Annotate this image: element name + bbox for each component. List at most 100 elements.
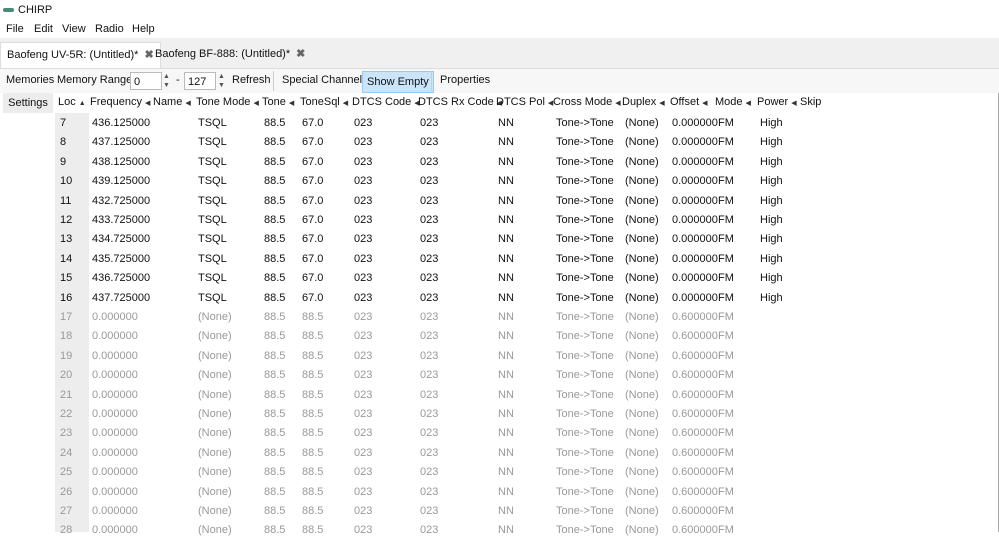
- cell[interactable]: 67.0: [302, 233, 323, 245]
- table-row[interactable]: 10 439.125000 TSQL 88.5 67.0 023 023 NN Tone->To…: [0, 172, 999, 191]
- cell[interactable]: 0.600000: [672, 524, 718, 536]
- cell[interactable]: (None): [625, 253, 659, 265]
- cell[interactable]: 023: [354, 253, 372, 265]
- cell[interactable]: 023: [420, 195, 438, 207]
- cell[interactable]: High: [760, 175, 783, 187]
- cell[interactable]: 88.5: [264, 350, 285, 362]
- menu-help[interactable]: Help: [132, 23, 155, 35]
- cell[interactable]: (None): [198, 330, 232, 342]
- cell[interactable]: 0.600000: [672, 330, 718, 342]
- cell[interactable]: FM: [718, 233, 734, 245]
- table-row[interactable]: 22 0.000000 (None) 88.5 88.5 023 023 NN Tone->To…: [0, 405, 999, 424]
- cell[interactable]: 023: [420, 466, 438, 478]
- cell[interactable]: Tone->Tone: [556, 311, 614, 323]
- cell[interactable]: NN: [498, 447, 514, 459]
- cell[interactable]: 67.0: [302, 175, 323, 187]
- cell[interactable]: FM: [718, 311, 734, 323]
- table-row[interactable]: 21 0.000000 (None) 88.5 88.5 023 023 NN Tone->To…: [0, 386, 999, 405]
- cell[interactable]: 023: [420, 311, 438, 323]
- cell[interactable]: (None): [625, 466, 659, 478]
- cell[interactable]: (None): [625, 447, 659, 459]
- cell[interactable]: 023: [354, 466, 372, 478]
- cell[interactable]: NN: [498, 156, 514, 168]
- cell[interactable]: (None): [198, 524, 232, 536]
- table-row[interactable]: 23 0.000000 (None) 88.5 88.5 023 023 NN Tone->To…: [0, 424, 999, 443]
- cell[interactable]: 19: [60, 350, 72, 362]
- cell[interactable]: FM: [718, 447, 734, 459]
- cell[interactable]: 0.600000: [672, 427, 718, 439]
- cell[interactable]: Tone->Tone: [556, 214, 614, 226]
- cell[interactable]: TSQL: [198, 136, 227, 148]
- cell[interactable]: 023: [420, 330, 438, 342]
- cell[interactable]: 88.5: [264, 292, 285, 304]
- cell[interactable]: 0.600000: [672, 408, 718, 420]
- cell[interactable]: NN: [498, 136, 514, 148]
- cell[interactable]: TSQL: [198, 214, 227, 226]
- cell[interactable]: Tone->Tone: [556, 195, 614, 207]
- cell[interactable]: 67.0: [302, 292, 323, 304]
- cell[interactable]: FM: [718, 369, 734, 381]
- cell[interactable]: FM: [718, 389, 734, 401]
- cell[interactable]: 88.5: [264, 408, 285, 420]
- tab-uv5r[interactable]: Baofeng UV-5R: (Untitled)* ✖: [0, 42, 161, 68]
- cell[interactable]: 0.000000: [92, 486, 138, 498]
- cell[interactable]: (None): [625, 505, 659, 517]
- cell[interactable]: Tone->Tone: [556, 447, 614, 459]
- cell[interactable]: 023: [354, 272, 372, 284]
- column-header[interactable]: Mode ◀: [715, 96, 751, 108]
- cell[interactable]: FM: [718, 466, 734, 478]
- cell[interactable]: 0.600000: [672, 466, 718, 478]
- cell[interactable]: FM: [718, 524, 734, 536]
- settings-tab[interactable]: Settings: [3, 93, 53, 113]
- sort-arrow-icon[interactable]: ◀: [615, 100, 620, 107]
- table-row[interactable]: 24 0.000000 (None) 88.5 88.5 023 023 NN Tone->To…: [0, 444, 999, 463]
- cell[interactable]: NN: [498, 505, 514, 517]
- cell[interactable]: 88.5: [264, 136, 285, 148]
- cell[interactable]: 023: [354, 408, 372, 420]
- cell[interactable]: High: [760, 136, 783, 148]
- cell[interactable]: 023: [354, 427, 372, 439]
- cell[interactable]: 0.000000: [92, 330, 138, 342]
- cell[interactable]: TSQL: [198, 292, 227, 304]
- cell[interactable]: 0.600000: [672, 369, 718, 381]
- cell[interactable]: NN: [498, 272, 514, 284]
- column-header[interactable]: DTCS Pol ◀: [496, 96, 553, 108]
- cell[interactable]: (None): [625, 195, 659, 207]
- cell[interactable]: 023: [354, 214, 372, 226]
- cell[interactable]: FM: [718, 195, 734, 207]
- cell[interactable]: (None): [625, 350, 659, 362]
- table-row[interactable]: 14 435.725000 TSQL 88.5 67.0 023 023 NN Tone->To…: [0, 250, 999, 269]
- cell[interactable]: 88.5: [302, 466, 323, 478]
- sort-arrow-icon[interactable]: ◀: [343, 100, 348, 107]
- cell[interactable]: 0.000000: [672, 117, 718, 129]
- cell[interactable]: TSQL: [198, 195, 227, 207]
- cell[interactable]: Tone->Tone: [556, 466, 614, 478]
- cell[interactable]: (None): [625, 233, 659, 245]
- cell[interactable]: 0.000000: [92, 447, 138, 459]
- cell[interactable]: 12: [60, 214, 72, 226]
- cell[interactable]: 0.600000: [672, 350, 718, 362]
- cell[interactable]: 023: [354, 330, 372, 342]
- cell[interactable]: (None): [198, 350, 232, 362]
- cell[interactable]: 88.5: [264, 466, 285, 478]
- cell[interactable]: TSQL: [198, 253, 227, 265]
- cell[interactable]: FM: [718, 408, 734, 420]
- cell[interactable]: 023: [354, 486, 372, 498]
- cell[interactable]: 023: [420, 350, 438, 362]
- cell[interactable]: 023: [420, 486, 438, 498]
- cell[interactable]: 0.000000: [92, 311, 138, 323]
- cell[interactable]: NN: [498, 369, 514, 381]
- cell[interactable]: 0.600000: [672, 447, 718, 459]
- cell[interactable]: 0.000000: [92, 389, 138, 401]
- cell[interactable]: NN: [498, 466, 514, 478]
- cell[interactable]: Tone->Tone: [556, 505, 614, 517]
- cell[interactable]: 88.5: [264, 311, 285, 323]
- cell[interactable]: 023: [420, 136, 438, 148]
- table-row[interactable]: 8 437.125000 TSQL 88.5 67.0 023 023 NN Tone->Ton…: [0, 133, 999, 152]
- column-header[interactable]: Tone Mode ◀: [196, 96, 259, 108]
- cell[interactable]: 11: [60, 195, 71, 207]
- cell[interactable]: 88.5: [264, 447, 285, 459]
- cell[interactable]: 023: [420, 253, 438, 265]
- cell[interactable]: 88.5: [264, 369, 285, 381]
- cell[interactable]: 0.000000: [92, 350, 138, 362]
